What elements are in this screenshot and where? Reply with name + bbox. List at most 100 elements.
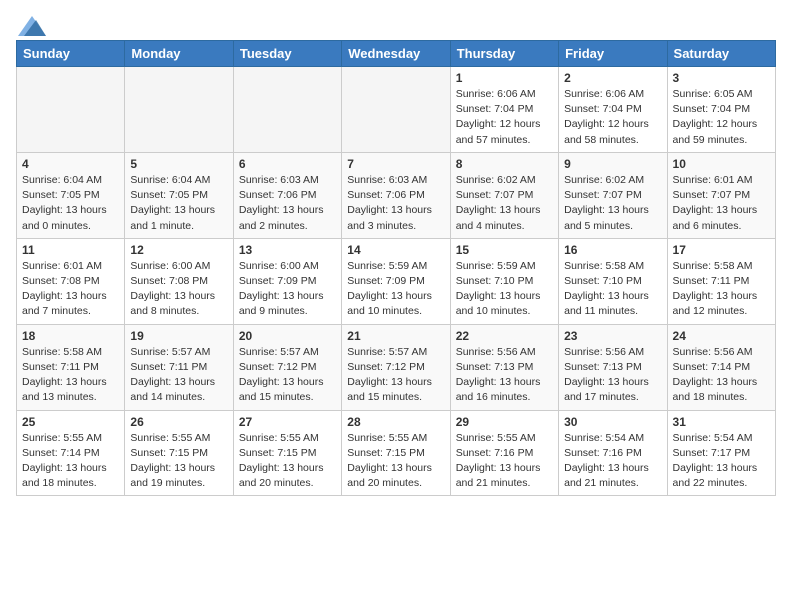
calendar-cell: 2 Sunrise: 6:06 AM Sunset: 7:04 PM Dayli… xyxy=(559,67,667,153)
day-info: Sunrise: 5:58 AM Sunset: 7:11 PM Dayligh… xyxy=(673,259,770,320)
calendar-cell: 19 Sunrise: 5:57 AM Sunset: 7:11 PM Dayl… xyxy=(125,324,233,410)
calendar-cell: 18 Sunrise: 5:58 AM Sunset: 7:11 PM Dayl… xyxy=(17,324,125,410)
daylight-text: Daylight: 13 hours and 21 minutes. xyxy=(456,462,541,489)
daylight-text: Daylight: 12 hours and 58 minutes. xyxy=(564,118,649,145)
logo-icon xyxy=(18,16,46,36)
day-info: Sunrise: 6:02 AM Sunset: 7:07 PM Dayligh… xyxy=(564,173,661,234)
calendar-cell: 10 Sunrise: 6:01 AM Sunset: 7:07 PM Dayl… xyxy=(667,152,775,238)
day-number: 8 xyxy=(456,157,553,171)
calendar-cell: 22 Sunrise: 5:56 AM Sunset: 7:13 PM Dayl… xyxy=(450,324,558,410)
sunrise-text: Sunrise: 5:57 AM xyxy=(347,346,427,358)
daylight-text: Daylight: 13 hours and 4 minutes. xyxy=(456,204,541,231)
sunset-text: Sunset: 7:15 PM xyxy=(347,447,425,459)
sunrise-text: Sunrise: 6:04 AM xyxy=(130,174,210,186)
day-info: Sunrise: 5:56 AM Sunset: 7:13 PM Dayligh… xyxy=(456,345,553,406)
day-info: Sunrise: 6:01 AM Sunset: 7:08 PM Dayligh… xyxy=(22,259,119,320)
sunrise-text: Sunrise: 5:54 AM xyxy=(564,432,644,444)
sunrise-text: Sunrise: 5:55 AM xyxy=(347,432,427,444)
daylight-text: Daylight: 13 hours and 8 minutes. xyxy=(130,290,215,317)
weekday-header-thursday: Thursday xyxy=(450,41,558,67)
daylight-text: Daylight: 13 hours and 21 minutes. xyxy=(564,462,649,489)
day-info: Sunrise: 6:04 AM Sunset: 7:05 PM Dayligh… xyxy=(22,173,119,234)
sunrise-text: Sunrise: 6:05 AM xyxy=(673,88,753,100)
sunset-text: Sunset: 7:17 PM xyxy=(673,447,751,459)
day-info: Sunrise: 6:00 AM Sunset: 7:09 PM Dayligh… xyxy=(239,259,336,320)
daylight-text: Daylight: 13 hours and 22 minutes. xyxy=(673,462,758,489)
calendar-cell: 14 Sunrise: 5:59 AM Sunset: 7:09 PM Dayl… xyxy=(342,238,450,324)
daylight-text: Daylight: 13 hours and 18 minutes. xyxy=(22,462,107,489)
day-number: 27 xyxy=(239,415,336,429)
sunrise-text: Sunrise: 6:03 AM xyxy=(347,174,427,186)
daylight-text: Daylight: 13 hours and 14 minutes. xyxy=(130,376,215,403)
day-info: Sunrise: 5:55 AM Sunset: 7:15 PM Dayligh… xyxy=(239,431,336,492)
calendar-cell: 15 Sunrise: 5:59 AM Sunset: 7:10 PM Dayl… xyxy=(450,238,558,324)
sunrise-text: Sunrise: 6:02 AM xyxy=(456,174,536,186)
sunrise-text: Sunrise: 6:06 AM xyxy=(564,88,644,100)
calendar-cell: 30 Sunrise: 5:54 AM Sunset: 7:16 PM Dayl… xyxy=(559,410,667,496)
calendar-cell: 3 Sunrise: 6:05 AM Sunset: 7:04 PM Dayli… xyxy=(667,67,775,153)
sunrise-text: Sunrise: 6:06 AM xyxy=(456,88,536,100)
weekday-header-row: SundayMondayTuesdayWednesdayThursdayFrid… xyxy=(17,41,776,67)
day-info: Sunrise: 6:00 AM Sunset: 7:08 PM Dayligh… xyxy=(130,259,227,320)
daylight-text: Daylight: 13 hours and 2 minutes. xyxy=(239,204,324,231)
sunrise-text: Sunrise: 6:02 AM xyxy=(564,174,644,186)
day-info: Sunrise: 6:03 AM Sunset: 7:06 PM Dayligh… xyxy=(347,173,444,234)
day-number: 16 xyxy=(564,243,661,257)
daylight-text: Daylight: 13 hours and 13 minutes. xyxy=(22,376,107,403)
sunrise-text: Sunrise: 5:59 AM xyxy=(456,260,536,272)
sunrise-text: Sunrise: 5:58 AM xyxy=(22,346,102,358)
sunset-text: Sunset: 7:15 PM xyxy=(239,447,317,459)
day-number: 30 xyxy=(564,415,661,429)
day-number: 7 xyxy=(347,157,444,171)
calendar-cell: 31 Sunrise: 5:54 AM Sunset: 7:17 PM Dayl… xyxy=(667,410,775,496)
day-info: Sunrise: 5:57 AM Sunset: 7:12 PM Dayligh… xyxy=(239,345,336,406)
day-number: 26 xyxy=(130,415,227,429)
daylight-text: Daylight: 13 hours and 20 minutes. xyxy=(239,462,324,489)
sunset-text: Sunset: 7:08 PM xyxy=(22,275,100,287)
calendar-table: SundayMondayTuesdayWednesdayThursdayFrid… xyxy=(16,40,776,496)
day-info: Sunrise: 5:55 AM Sunset: 7:16 PM Dayligh… xyxy=(456,431,553,492)
daylight-text: Daylight: 13 hours and 7 minutes. xyxy=(22,290,107,317)
sunrise-text: Sunrise: 6:01 AM xyxy=(673,174,753,186)
day-number: 4 xyxy=(22,157,119,171)
calendar-cell: 28 Sunrise: 5:55 AM Sunset: 7:15 PM Dayl… xyxy=(342,410,450,496)
logo xyxy=(16,16,46,32)
sunset-text: Sunset: 7:16 PM xyxy=(456,447,534,459)
daylight-text: Daylight: 13 hours and 5 minutes. xyxy=(564,204,649,231)
sunrise-text: Sunrise: 5:55 AM xyxy=(456,432,536,444)
day-number: 1 xyxy=(456,71,553,85)
sunrise-text: Sunrise: 6:03 AM xyxy=(239,174,319,186)
daylight-text: Daylight: 13 hours and 18 minutes. xyxy=(673,376,758,403)
sunset-text: Sunset: 7:14 PM xyxy=(22,447,100,459)
day-number: 20 xyxy=(239,329,336,343)
daylight-text: Daylight: 13 hours and 9 minutes. xyxy=(239,290,324,317)
calendar-cell xyxy=(233,67,341,153)
sunset-text: Sunset: 7:06 PM xyxy=(239,189,317,201)
sunset-text: Sunset: 7:09 PM xyxy=(347,275,425,287)
sunrise-text: Sunrise: 5:56 AM xyxy=(564,346,644,358)
sunrise-text: Sunrise: 6:04 AM xyxy=(22,174,102,186)
day-number: 25 xyxy=(22,415,119,429)
sunset-text: Sunset: 7:07 PM xyxy=(456,189,534,201)
day-info: Sunrise: 5:55 AM Sunset: 7:14 PM Dayligh… xyxy=(22,431,119,492)
sunset-text: Sunset: 7:07 PM xyxy=(564,189,642,201)
day-info: Sunrise: 6:02 AM Sunset: 7:07 PM Dayligh… xyxy=(456,173,553,234)
weekday-header-sunday: Sunday xyxy=(17,41,125,67)
day-number: 23 xyxy=(564,329,661,343)
day-number: 11 xyxy=(22,243,119,257)
sunset-text: Sunset: 7:05 PM xyxy=(130,189,208,201)
day-number: 10 xyxy=(673,157,770,171)
sunset-text: Sunset: 7:13 PM xyxy=(564,361,642,373)
day-info: Sunrise: 6:05 AM Sunset: 7:04 PM Dayligh… xyxy=(673,87,770,148)
daylight-text: Daylight: 13 hours and 10 minutes. xyxy=(456,290,541,317)
calendar-cell: 4 Sunrise: 6:04 AM Sunset: 7:05 PM Dayli… xyxy=(17,152,125,238)
daylight-text: Daylight: 13 hours and 10 minutes. xyxy=(347,290,432,317)
daylight-text: Daylight: 13 hours and 0 minutes. xyxy=(22,204,107,231)
day-info: Sunrise: 5:54 AM Sunset: 7:17 PM Dayligh… xyxy=(673,431,770,492)
page-header xyxy=(16,16,776,32)
sunset-text: Sunset: 7:04 PM xyxy=(673,103,751,115)
sunrise-text: Sunrise: 6:00 AM xyxy=(239,260,319,272)
sunrise-text: Sunrise: 6:01 AM xyxy=(22,260,102,272)
calendar-cell: 23 Sunrise: 5:56 AM Sunset: 7:13 PM Dayl… xyxy=(559,324,667,410)
sunset-text: Sunset: 7:05 PM xyxy=(22,189,100,201)
